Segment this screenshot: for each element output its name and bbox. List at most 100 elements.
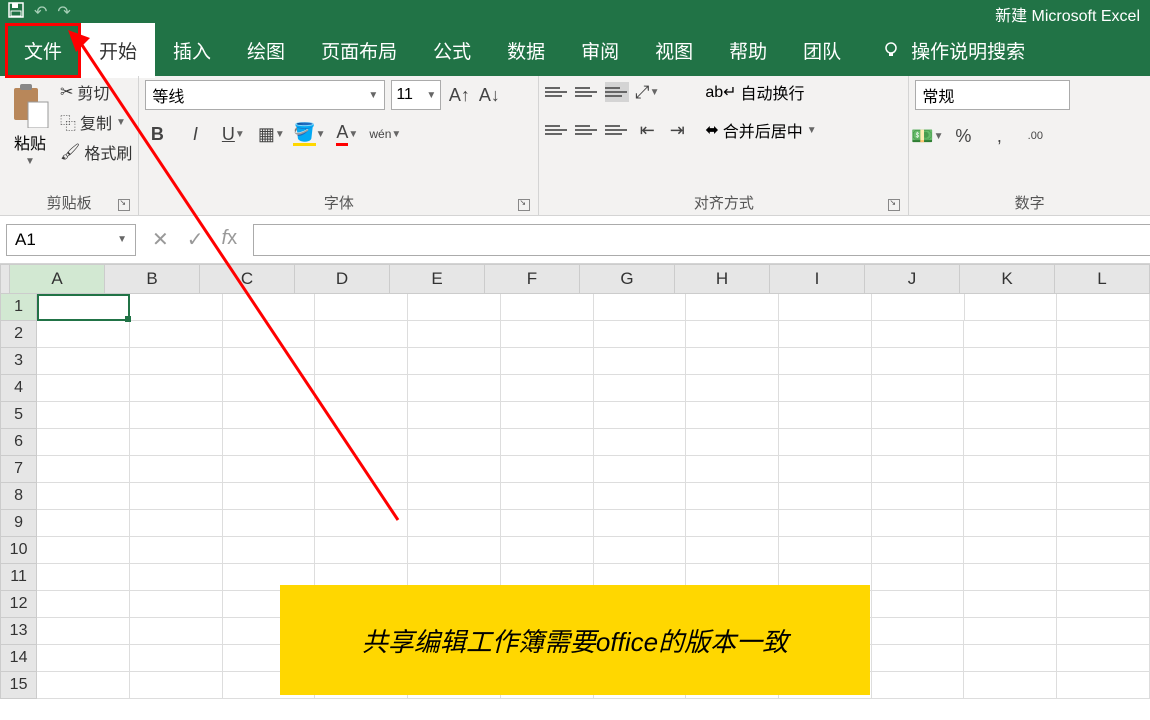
fx-icon[interactable]: fx [222, 227, 238, 252]
align-top-button[interactable] [545, 82, 569, 102]
cell-K13[interactable] [964, 618, 1057, 645]
cell-B6[interactable] [130, 429, 223, 456]
cell-D5[interactable] [315, 402, 408, 429]
cell-H7[interactable] [686, 456, 779, 483]
cell-C6[interactable] [223, 429, 316, 456]
cell-B9[interactable] [130, 510, 223, 537]
cell-L11[interactable] [1057, 564, 1150, 591]
undo-icon[interactable]: ↶ [34, 2, 47, 22]
cell-A10[interactable] [37, 537, 130, 564]
cell-L15[interactable] [1057, 672, 1150, 699]
cell-E4[interactable] [408, 375, 501, 402]
cell-K1[interactable] [965, 294, 1058, 321]
cell-A11[interactable] [37, 564, 130, 591]
cell-B14[interactable] [130, 645, 223, 672]
cell-I1[interactable] [779, 294, 872, 321]
row-header-1[interactable]: 1 [0, 294, 37, 321]
orientation-button[interactable]: ⤢▼ [635, 80, 659, 104]
increase-decimal-button[interactable]: .00 [1023, 124, 1047, 148]
cell-D8[interactable] [315, 483, 408, 510]
accounting-format-button[interactable]: 💵▼ [915, 124, 939, 148]
cell-G2[interactable] [594, 321, 687, 348]
cell-K7[interactable] [964, 456, 1057, 483]
cell-C7[interactable] [223, 456, 316, 483]
row-header-6[interactable]: 6 [0, 429, 37, 456]
cell-K12[interactable] [964, 591, 1057, 618]
cell-K4[interactable] [964, 375, 1057, 402]
cell-A12[interactable] [37, 591, 130, 618]
row-header-4[interactable]: 4 [0, 375, 37, 402]
cell-H2[interactable] [686, 321, 779, 348]
cell-A5[interactable] [37, 402, 130, 429]
cell-J5[interactable] [872, 402, 965, 429]
cell-B3[interactable] [130, 348, 223, 375]
cell-G8[interactable] [594, 483, 687, 510]
cell-H8[interactable] [686, 483, 779, 510]
cell-A7[interactable] [37, 456, 130, 483]
cell-H9[interactable] [686, 510, 779, 537]
cell-F7[interactable] [501, 456, 594, 483]
cell-L7[interactable] [1057, 456, 1150, 483]
cell-E7[interactable] [408, 456, 501, 483]
cell-D10[interactable] [315, 537, 408, 564]
cell-E3[interactable] [408, 348, 501, 375]
cell-C4[interactable] [223, 375, 316, 402]
col-header-E[interactable]: E [390, 264, 485, 294]
cell-I9[interactable] [779, 510, 872, 537]
fill-color-button[interactable]: 🪣▼ [297, 122, 321, 146]
cancel-icon[interactable]: ✕ [152, 227, 169, 252]
cell-G9[interactable] [594, 510, 687, 537]
cell-J4[interactable] [872, 375, 965, 402]
tab-formulas[interactable]: 公式 [415, 23, 489, 78]
cell-D9[interactable] [315, 510, 408, 537]
row-header-10[interactable]: 10 [0, 537, 37, 564]
row-header-14[interactable]: 14 [0, 645, 37, 672]
cell-A9[interactable] [37, 510, 130, 537]
cell-J8[interactable] [872, 483, 965, 510]
cell-B13[interactable] [130, 618, 223, 645]
cell-G10[interactable] [594, 537, 687, 564]
increase-font-icon[interactable]: A↑ [447, 83, 471, 107]
cell-F8[interactable] [501, 483, 594, 510]
tab-view[interactable]: 视图 [637, 23, 711, 78]
cell-L10[interactable] [1057, 537, 1150, 564]
cell-H4[interactable] [686, 375, 779, 402]
cell-J14[interactable] [872, 645, 965, 672]
cell-H10[interactable] [686, 537, 779, 564]
cell-K3[interactable] [964, 348, 1057, 375]
cell-L4[interactable] [1057, 375, 1150, 402]
row-header-7[interactable]: 7 [0, 456, 37, 483]
cell-E2[interactable] [408, 321, 501, 348]
cell-K11[interactable] [964, 564, 1057, 591]
font-name-select[interactable]: 等线▼ [145, 80, 385, 110]
align-center-button[interactable] [575, 120, 599, 140]
cell-G3[interactable] [594, 348, 687, 375]
decrease-font-icon[interactable]: A↓ [477, 83, 501, 107]
dialog-launcher[interactable] [118, 199, 130, 211]
tab-home[interactable]: 开始 [81, 23, 155, 78]
align-bottom-button[interactable] [605, 82, 629, 102]
col-header-H[interactable]: H [675, 264, 770, 294]
cell-I10[interactable] [779, 537, 872, 564]
cell-A15[interactable] [37, 672, 130, 699]
cell-I5[interactable] [779, 402, 872, 429]
cell-F2[interactable] [501, 321, 594, 348]
cell-F6[interactable] [501, 429, 594, 456]
cell-D3[interactable] [315, 348, 408, 375]
cell-C5[interactable] [223, 402, 316, 429]
cell-J12[interactable] [872, 591, 965, 618]
tab-review[interactable]: 审阅 [563, 23, 637, 78]
cell-J11[interactable] [872, 564, 965, 591]
col-header-K[interactable]: K [960, 264, 1055, 294]
phonetic-button[interactable]: wén▼ [373, 122, 397, 146]
cell-A2[interactable] [37, 321, 130, 348]
cell-E9[interactable] [408, 510, 501, 537]
cell-G4[interactable] [594, 375, 687, 402]
cell-L3[interactable] [1057, 348, 1150, 375]
cell-F3[interactable] [501, 348, 594, 375]
cell-E5[interactable] [408, 402, 501, 429]
cell-C9[interactable] [223, 510, 316, 537]
cell-L12[interactable] [1057, 591, 1150, 618]
cell-A13[interactable] [37, 618, 130, 645]
cell-G5[interactable] [594, 402, 687, 429]
